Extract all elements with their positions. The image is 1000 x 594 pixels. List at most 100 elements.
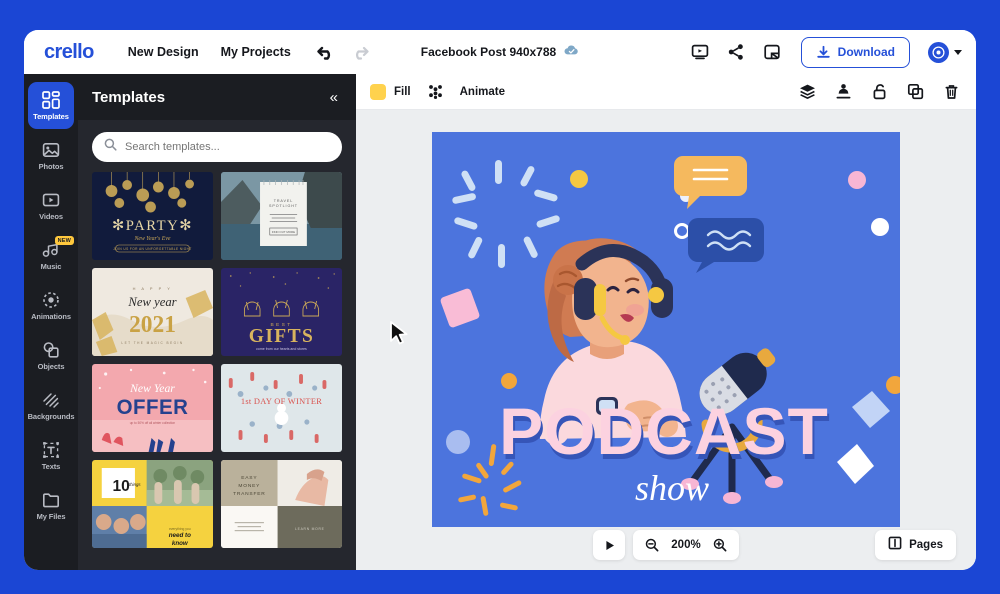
podcast-design-artwork: PODCAST PODCAST show — [432, 132, 900, 527]
delete-icon[interactable] — [943, 83, 960, 100]
script-text: show — [635, 468, 709, 508]
template-10-things-need-to-know[interactable]: 10 things everything you need to know — [92, 460, 213, 548]
nav-new-design[interactable]: New Design — [128, 45, 199, 59]
videos-icon — [42, 190, 61, 209]
avatar — [928, 42, 949, 63]
fill-swatch[interactable] — [370, 84, 386, 100]
undo-icon[interactable] — [317, 45, 336, 60]
svg-text:JOIN US FOR AN UNFORGETTABLE N: JOIN US FOR AN UNFORGETTABLE NIGHT — [113, 247, 191, 251]
share-icon[interactable] — [727, 43, 745, 61]
template-happy-new-year-2021[interactable]: H A P P Y New year 2021 LET THE MAGIC BE… — [92, 268, 213, 356]
app-window: crello New Design My Projects Facebook P… — [24, 30, 976, 570]
duplicate-icon[interactable] — [907, 83, 924, 100]
sidebar-item-backgrounds[interactable]: Backgrounds — [28, 382, 74, 429]
artboard[interactable]: PODCAST PODCAST show — [432, 132, 900, 527]
svg-text:New Year: New Year — [129, 381, 175, 395]
present-icon[interactable] — [691, 43, 709, 61]
svg-text:New year: New year — [127, 295, 177, 309]
svg-text:10: 10 — [112, 478, 130, 495]
photos-icon — [42, 140, 61, 159]
template-travel-spotlight[interactable]: TRAVEL SPOTLIGHT FIND OUT MORE — [221, 172, 342, 260]
sidebar-label-animations: Animations — [31, 312, 71, 321]
new-badge: NEW — [55, 236, 74, 245]
search-input[interactable] — [125, 141, 330, 153]
objects-icon — [42, 340, 61, 359]
undo-redo-group — [317, 45, 369, 60]
sidebar-label-photos: Photos — [39, 162, 64, 171]
nav-my-projects[interactable]: My Projects — [221, 45, 291, 59]
panel-title: Templates — [92, 89, 165, 106]
sidebar-item-my-files[interactable]: My Files — [28, 482, 74, 529]
svg-text:need to: need to — [169, 532, 191, 539]
zoom-controls-group: 200% — [593, 530, 738, 560]
svg-text:FIND OUT MORE: FIND OUT MORE — [272, 230, 295, 234]
svg-text:1st DAY OF WINTER: 1st DAY OF WINTER — [241, 396, 322, 406]
svg-text:✻PARTY✻: ✻PARTY✻ — [112, 218, 193, 234]
pages-button[interactable]: Pages — [875, 530, 956, 560]
crello-logo[interactable]: crello — [44, 41, 94, 64]
svg-text:2021: 2021 — [129, 312, 176, 338]
template-first-day-of-winter[interactable]: 1st DAY OF WINTER — [221, 364, 342, 452]
chevron-down-icon — [954, 50, 962, 55]
svg-text:TRANSFER: TRANSFER — [233, 491, 265, 497]
cloud-sync-icon — [564, 43, 579, 61]
texts-icon — [42, 440, 61, 459]
sidebar-label-templates: Templates — [33, 112, 69, 121]
zoom-in-icon[interactable] — [713, 538, 727, 552]
svg-text:OFFER: OFFER — [117, 396, 189, 419]
sidebar-label-texts: Texts — [42, 462, 61, 471]
sidebar-label-my-files: My Files — [37, 512, 66, 521]
animate-button[interactable]: Animate — [460, 86, 505, 98]
sidebar-item-music[interactable]: NEW Music — [28, 232, 74, 279]
templates-panel: Templates « — [78, 74, 356, 570]
redo-icon[interactable] — [350, 45, 369, 60]
headline-text: PODCAST — [499, 394, 829, 468]
sidebar-item-templates[interactable]: Templates — [28, 82, 74, 129]
panel-header: Templates « — [78, 74, 356, 120]
sidebar-label-videos: Videos — [39, 212, 63, 221]
svg-text:up to 50% off all winter colle: up to 50% off all winter collection — [130, 421, 176, 425]
svg-text:TRAVEL: TRAVEL — [274, 199, 293, 203]
sidebar-label-music: Music — [41, 262, 62, 271]
layers-icon[interactable] — [799, 83, 816, 100]
zoom-out-icon[interactable] — [645, 538, 659, 552]
app-body: Templates Photos Videos NEW Music — [24, 74, 976, 570]
position-icon[interactable] — [835, 83, 852, 100]
download-button[interactable]: Download — [801, 37, 910, 68]
sidebar-item-texts[interactable]: Texts — [28, 432, 74, 479]
account-menu[interactable] — [928, 42, 962, 63]
play-button[interactable] — [593, 530, 625, 560]
canvas-area[interactable]: PODCAST PODCAST show — [356, 110, 976, 570]
canvas-toolbar-actions — [799, 83, 960, 100]
search-wrap — [78, 120, 356, 172]
svg-text:know: know — [172, 540, 189, 547]
template-easy-money-transfer[interactable]: EASY MONEY TRANSFER LEARN MORE — [221, 460, 342, 548]
template-best-gifts[interactable]: BEST GIFTS come from our hearts and stor… — [221, 268, 342, 356]
sidebar-item-photos[interactable]: Photos — [28, 132, 74, 179]
svg-text:New Year's Eve: New Year's Eve — [133, 236, 170, 242]
svg-text:MONEY: MONEY — [238, 483, 260, 489]
sidebar-item-animations[interactable]: Animations — [28, 282, 74, 329]
svg-text:things: things — [129, 482, 141, 487]
templates-grid: ✻PARTY✻ New Year's Eve JOIN US FOR AN UN… — [78, 172, 356, 570]
editor-stage: Fill Animate — [356, 74, 976, 570]
save-to-folder-icon[interactable] — [763, 43, 781, 61]
sidebar-item-videos[interactable]: Videos — [28, 182, 74, 229]
svg-text:LET THE MAGIC BEGIN: LET THE MAGIC BEGIN — [121, 341, 183, 345]
template-new-year-offer[interactable]: New Year OFFER up to 50% off all winter … — [92, 364, 213, 452]
document-title[interactable]: Facebook Post 940x788 — [421, 45, 556, 59]
fill-label: Fill — [394, 86, 411, 98]
template-party-new-years-eve[interactable]: ✻PARTY✻ New Year's Eve JOIN US FOR AN UN… — [92, 172, 213, 260]
sidebar-rail: Templates Photos Videos NEW Music — [24, 74, 78, 570]
my-files-icon — [42, 490, 61, 509]
header-actions: Download — [691, 37, 962, 68]
zoom-level: 200% — [671, 539, 700, 551]
transparency-icon[interactable] — [427, 83, 444, 100]
search-box[interactable] — [92, 132, 342, 162]
unlock-icon[interactable] — [871, 83, 888, 100]
templates-icon — [42, 90, 61, 109]
sidebar-item-objects[interactable]: Objects — [28, 332, 74, 379]
svg-text:SPOTLIGHT: SPOTLIGHT — [269, 204, 298, 208]
fill-control[interactable]: Fill — [370, 84, 411, 100]
collapse-panel-icon[interactable]: « — [330, 90, 338, 105]
